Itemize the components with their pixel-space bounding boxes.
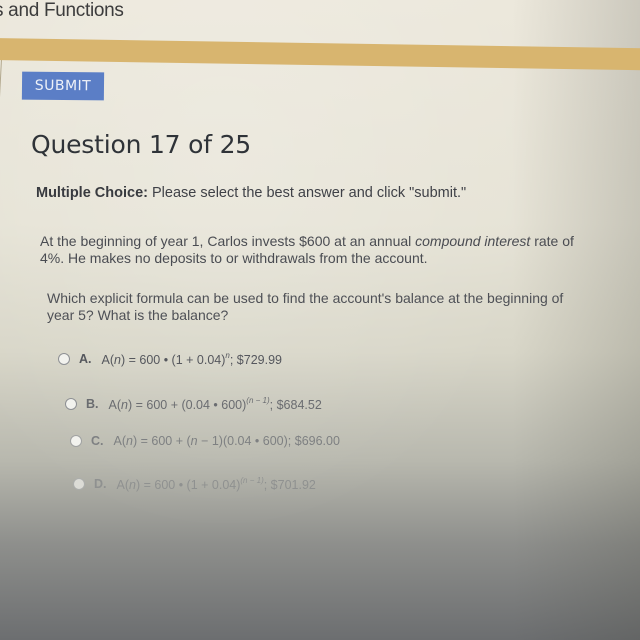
radio-button-icon[interactable]	[65, 398, 77, 410]
window-edge	[0, 40, 3, 210]
choice-formula: A(n) = 600 + (0.04 • 600)(n − 1); $684.5…	[108, 396, 322, 412]
choice-b[interactable]: B. A(n) = 600 + (0.04 • 600)(n − 1); $68…	[65, 396, 322, 412]
choice-d[interactable]: D. A(n) = 600 • (1 + 0.04)(n − 1); $701.…	[73, 476, 316, 492]
choice-letter: A.	[79, 352, 92, 366]
instructions-lead: Multiple Choice:	[36, 185, 148, 201]
stem-italic: compound interest	[415, 233, 531, 249]
radio-button-icon[interactable]	[70, 435, 82, 447]
question-stem: At the beginning of year 1, Carlos inves…	[40, 233, 600, 267]
course-title: s and Functions	[0, 0, 124, 21]
choice-letter: D.	[94, 477, 107, 491]
radio-button-icon[interactable]	[58, 353, 70, 365]
header-accent-bar	[0, 38, 640, 71]
choice-c[interactable]: C. A(n) = 600 + (n − 1)(0.04 • 600); $69…	[70, 434, 340, 448]
submit-button[interactable]: SUBMIT	[21, 71, 105, 101]
radio-button-icon[interactable]	[73, 478, 85, 490]
choice-letter: C.	[91, 434, 104, 448]
question-prompt: Which explicit formula can be used to fi…	[47, 290, 564, 323]
choice-a[interactable]: A. A(n) = 600 • (1 + 0.04)n; $729.99	[58, 351, 282, 367]
instructions: Multiple Choice: Please select the best …	[36, 185, 466, 201]
choice-formula: A(n) = 600 • (1 + 0.04)n; $729.99	[101, 351, 282, 367]
choice-letter: B.	[86, 397, 99, 411]
question-title: Question 17 of 25	[31, 130, 251, 159]
choice-formula: A(n) = 600 + (n − 1)(0.04 • 600); $696.0…	[113, 434, 340, 448]
instructions-text: Please select the best answer and click …	[147, 185, 467, 201]
stem-text-1: At the beginning of year 1, Carlos inves…	[40, 233, 416, 249]
choice-formula: A(n) = 600 • (1 + 0.04)(n − 1); $701.92	[116, 476, 316, 492]
